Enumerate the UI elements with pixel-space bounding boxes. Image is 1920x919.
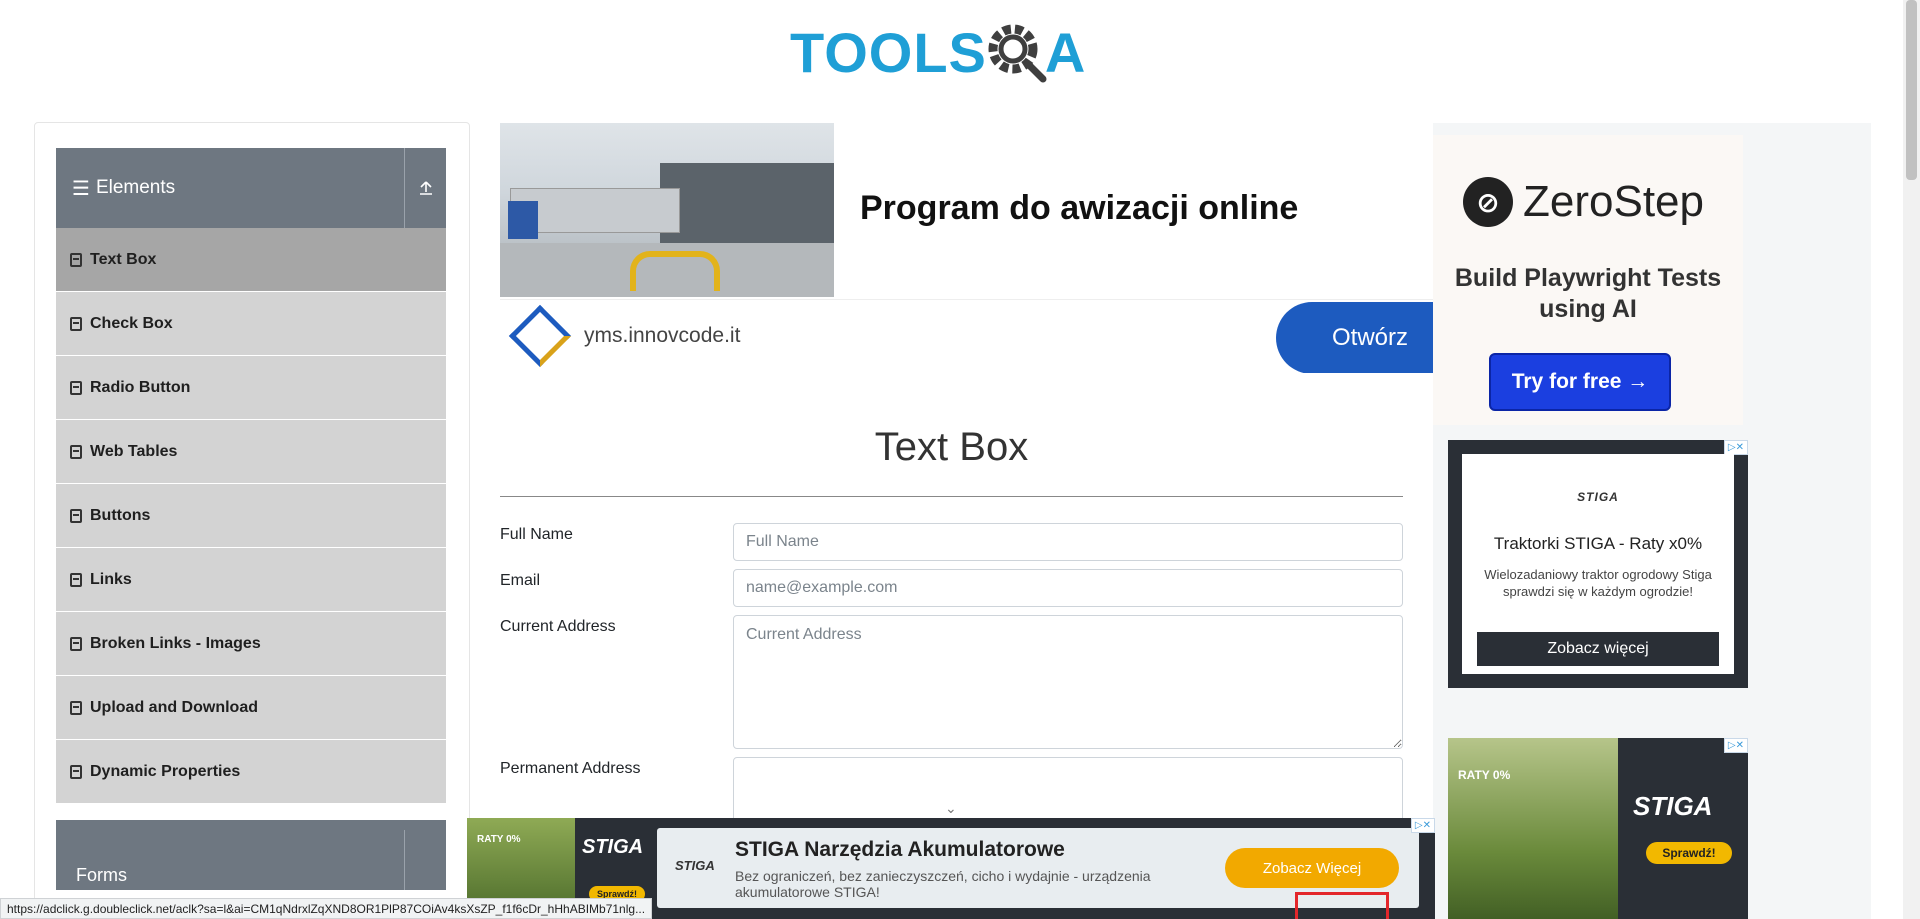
- sidebar-item-label: Upload and Download: [90, 698, 258, 716]
- ad-choices-icon[interactable]: ▷✕: [1410, 818, 1435, 833]
- highlight-box: [1295, 892, 1389, 919]
- forms-group-label: Forms: [76, 865, 127, 885]
- html-file-icon: [70, 636, 82, 651]
- sidebar-item-broken-links[interactable]: Broken Links - Images: [56, 612, 446, 676]
- zobacz-wiecej-button[interactable]: Zobacz więcej: [1477, 632, 1719, 666]
- html-file-icon: [70, 508, 82, 523]
- full-name-label: Full Name: [500, 526, 573, 543]
- stiga-logo: STIGA: [1633, 790, 1713, 821]
- innovcode-logo-icon: [508, 304, 572, 368]
- elements-menu: Text Box Check Box Radio Button Web Tabl…: [56, 228, 446, 804]
- upload-arrow-icon: [419, 181, 432, 195]
- gear-magnifier-icon: [988, 24, 1047, 83]
- raty-badge: RATY 0%: [1458, 768, 1511, 782]
- stiga-image-ad[interactable]: RATY 0% STIGA Sprawdź! ▷✕: [1448, 738, 1748, 919]
- sidebar-item-label: Web Tables: [90, 442, 178, 460]
- ad-domain: yms.innovcode.it: [584, 324, 741, 347]
- zerostep-tagline: Build Playwright Tests using AI: [1454, 264, 1722, 323]
- status-bar-url: https://adclick.g.doubleclick.net/aclk?s…: [0, 898, 653, 919]
- html-file-icon: [70, 572, 82, 587]
- elements-group-title: ☰ Elements: [56, 176, 404, 201]
- sidebar-item-label: Links: [90, 570, 132, 588]
- raty-badge: RATY 0%: [477, 834, 521, 845]
- current-address-label: Current Address: [500, 618, 616, 635]
- bottom-ad-title: STIGA Narzędzia Akumulatorowe: [735, 838, 1065, 861]
- ad-garden-image: [1448, 738, 1618, 919]
- toolsqa-logo[interactable]: TOOLS A: [790, 12, 1120, 92]
- chevron-down-icon: ⌄: [945, 800, 957, 816]
- page-title: Text Box: [874, 425, 1029, 469]
- current-address-input[interactable]: [733, 615, 1403, 749]
- expand-icon[interactable]: [404, 830, 446, 890]
- sidebar-item-label: Broken Links - Images: [90, 634, 261, 652]
- collapse-icon[interactable]: [404, 148, 446, 228]
- logo-text-tail: A: [1044, 20, 1087, 84]
- stiga-card-title: Traktorki STIGA - Raty x0%: [1493, 534, 1703, 553]
- html-file-icon: [70, 316, 82, 331]
- zobacz-wiecej-cta-button[interactable]: Zobacz Więcej: [1225, 848, 1399, 888]
- hamburger-icon: ☰: [72, 177, 90, 200]
- zerostep-mark-icon: ⊘: [1463, 177, 1513, 227]
- permanent-address-label: Permanent Address: [500, 760, 641, 777]
- stiga-card-body: STIGA Traktorki STIGA - Raty x0% Wieloza…: [1462, 454, 1734, 674]
- forms-group-header[interactable]: Forms: [56, 820, 446, 890]
- zerostep-ad[interactable]: ⊘ ZeroStep Build Playwright Tests using …: [1433, 135, 1743, 425]
- elements-group-label: Elements: [95, 177, 176, 198]
- scrollbar-thumb[interactable]: [1906, 0, 1917, 180]
- html-file-icon: [70, 444, 82, 459]
- zerostep-logo: ⊘ ZeroStep: [1463, 177, 1704, 227]
- html-file-icon: [70, 764, 82, 779]
- sidebar-item-check-box[interactable]: Check Box: [56, 292, 446, 356]
- html-file-icon: [70, 380, 82, 395]
- ad-choices-icon[interactable]: ▷✕: [1723, 738, 1748, 753]
- stiga-card-description: Wielozadaniowy traktor ogrodowy Stiga sp…: [1484, 567, 1712, 599]
- try-for-free-button[interactable]: Try for free →: [1489, 353, 1671, 411]
- sidebar-item-links[interactable]: Links: [56, 548, 446, 612]
- email-input[interactable]: [733, 569, 1403, 607]
- sidebar-item-label: Check Box: [90, 314, 173, 332]
- sidebar-item-text-box[interactable]: Text Box: [56, 228, 446, 292]
- elements-group-header[interactable]: ☰ Elements: [56, 148, 446, 228]
- ad-headline: Program do awizacji online: [860, 189, 1299, 227]
- sidebar-item-buttons[interactable]: Buttons: [56, 484, 446, 548]
- sidebar-item-dynamic-properties[interactable]: Dynamic Properties: [56, 740, 446, 804]
- html-file-icon: [70, 700, 82, 715]
- email-label: Email: [500, 572, 541, 589]
- sidebar-item-label: Radio Button: [90, 378, 191, 396]
- sidebar-item-radio-button[interactable]: Radio Button: [56, 356, 446, 420]
- ad-domain-row: yms.innovcode.it Otwórz: [500, 299, 1434, 373]
- sidebar-item-label: Dynamic Properties: [90, 762, 241, 780]
- full-name-input[interactable]: [733, 523, 1403, 561]
- sidebar-item-web-tables[interactable]: Web Tables: [56, 420, 446, 484]
- logo-text: TOOLS: [790, 20, 987, 84]
- banner-ad[interactable]: Program do awizacji online yms.innovcode…: [500, 123, 1434, 373]
- ad-truck-image: [500, 123, 834, 297]
- stiga-logo: STIGA: [582, 836, 644, 858]
- stiga-mini-logo: STIGA: [675, 858, 715, 873]
- sidebar-item-label: Text Box: [90, 250, 157, 268]
- stiga-card-ad[interactable]: ▷✕ STIGA Traktorki STIGA - Raty x0% Wiel…: [1448, 440, 1748, 688]
- sidebar-item-label: Buttons: [90, 506, 151, 524]
- ad-choices-icon[interactable]: ▷✕: [1723, 440, 1748, 455]
- zerostep-brand: ZeroStep: [1523, 177, 1704, 226]
- ad-open-button[interactable]: Otwórz: [1276, 302, 1434, 373]
- html-file-icon: [70, 252, 82, 267]
- page: TOOLS A ☰ Elements Text Box Check Box Ra…: [0, 0, 1920, 919]
- divider: [500, 496, 1403, 497]
- sidebar-item-upload-download[interactable]: Upload and Download: [56, 676, 446, 740]
- vertical-scrollbar[interactable]: [1903, 0, 1920, 919]
- bottom-ad-description: Bez ograniczeń, bez zanieczyszczeń, cich…: [735, 868, 1151, 900]
- sprawdz-button[interactable]: Sprawdź!: [1646, 842, 1732, 864]
- stiga-brand: STIGA: [1577, 490, 1619, 504]
